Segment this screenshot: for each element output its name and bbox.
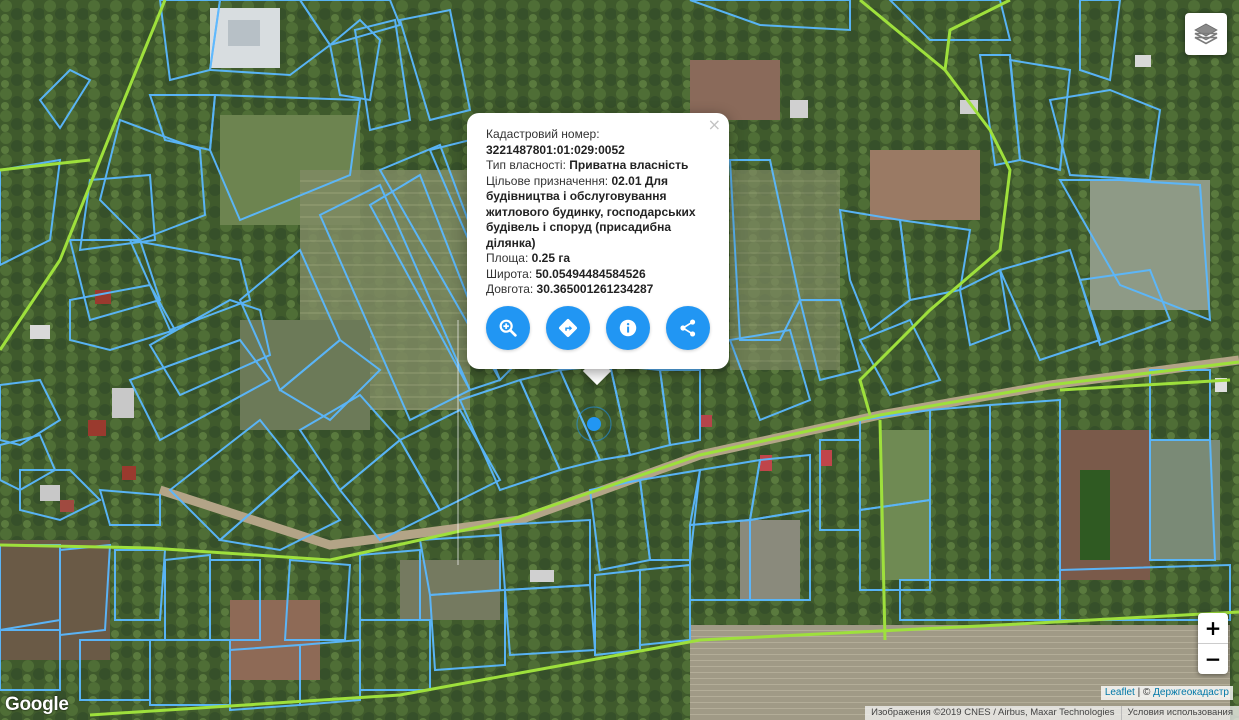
zoom-to-parcel-button[interactable] xyxy=(486,306,530,350)
share-button[interactable] xyxy=(666,306,710,350)
zoom-out-button[interactable]: − xyxy=(1198,643,1228,674)
share-icon xyxy=(680,319,696,337)
latitude-label: Широта: xyxy=(486,266,533,281)
terms-link[interactable]: Условия использования xyxy=(1120,706,1239,720)
leaflet-link[interactable]: Leaflet xyxy=(1105,687,1135,698)
info-icon xyxy=(619,319,637,337)
imagery-credit: Изображения ©2019 CNES / Airbus, Maxar T… xyxy=(871,707,1115,718)
zoom-in-icon xyxy=(499,319,517,337)
purpose-label: Цільове призначення: xyxy=(486,173,609,188)
cadastral-number-value: 3221487801:01:029:0052 xyxy=(486,142,625,157)
layers-control-button[interactable] xyxy=(1185,13,1227,55)
zoom-in-button[interactable]: + xyxy=(1198,613,1228,643)
area-value: 0.25 га xyxy=(531,251,571,265)
popup-actions xyxy=(486,306,710,350)
close-icon[interactable]: × xyxy=(708,117,721,133)
zoom-control: + − xyxy=(1198,613,1228,674)
map-attribution: Leaflet | © Держгеокадастр xyxy=(1100,686,1233,700)
directions-icon xyxy=(559,319,577,337)
location-marker xyxy=(587,417,601,431)
ownership-label: Тип власності: xyxy=(486,158,566,172)
info-button[interactable] xyxy=(606,306,650,350)
google-logo: Google xyxy=(5,694,69,715)
latitude-value: 50.05494484584526 xyxy=(535,266,646,281)
longitude-label: Довгота: xyxy=(486,282,534,296)
provider-link[interactable]: Держгеокадастр xyxy=(1153,687,1229,698)
directions-button[interactable] xyxy=(546,306,590,350)
layers-icon xyxy=(1194,23,1218,45)
area-label: Площа: xyxy=(486,251,529,265)
ownership-value: Приватна власність xyxy=(569,158,689,172)
google-attribution-bar: Изображения ©2019 CNES / Airbus, Maxar T… xyxy=(865,706,1239,720)
attribution-separator: | © xyxy=(1137,687,1151,698)
longitude-value: 30.365001261234287 xyxy=(536,282,654,296)
parcel-popup: × Кадастровий номер: 3221487801:01:029:0… xyxy=(467,113,729,369)
cadastral-number-label: Кадастровий номер: xyxy=(486,127,600,141)
